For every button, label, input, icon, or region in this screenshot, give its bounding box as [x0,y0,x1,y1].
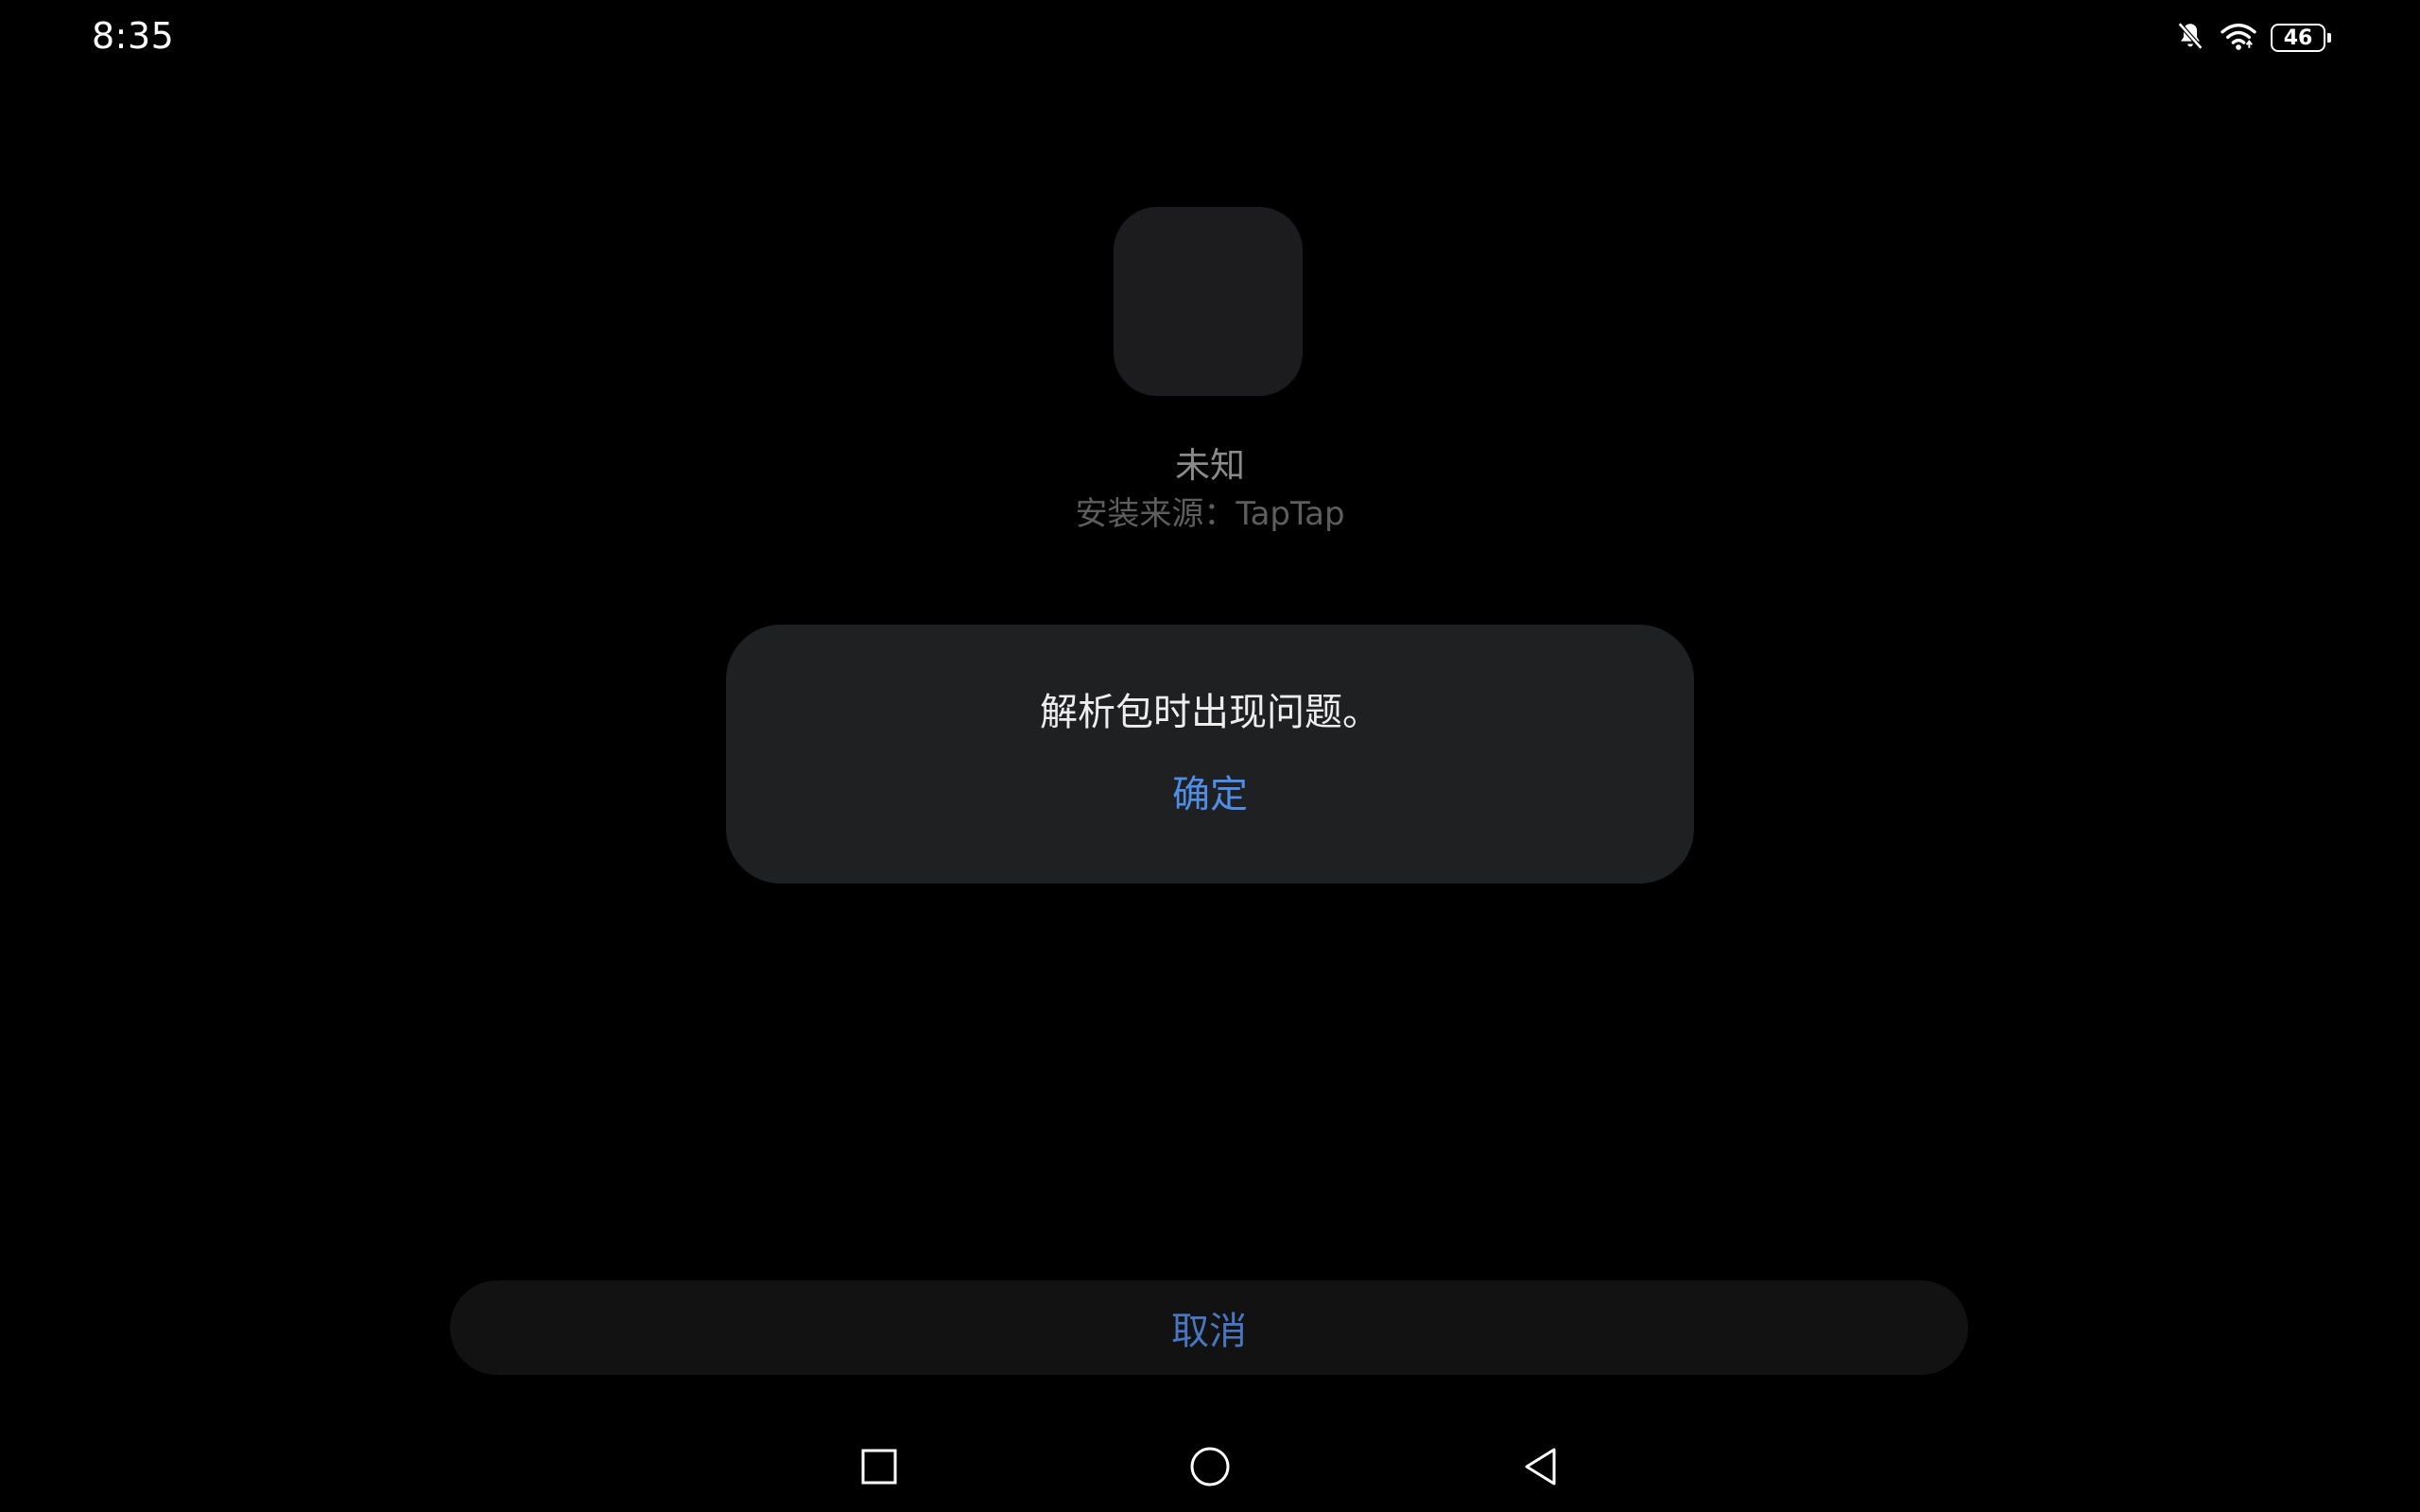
package-installer-screen: 8:35 46 未知 安装来源：TapTap 解析包时出现问题。 确定 取消 [0,0,2420,1512]
wifi-icon [2220,20,2257,56]
cancel-button[interactable]: 取消 [450,1280,1968,1375]
status-icons: 46 [2174,17,2331,59]
confirm-button[interactable]: 确定 [1115,766,1305,823]
back-icon [1522,1446,1560,1491]
status-bar: 8:35 46 [0,0,2420,77]
recent-apps-icon [860,1448,898,1489]
app-placeholder-icon [1114,207,1303,396]
status-time: 8:35 [92,15,175,57]
install-source: 安装来源：TapTap [1075,495,1345,533]
notifications-off-icon [2174,20,2206,56]
back-button[interactable] [1514,1442,1567,1495]
home-button[interactable] [1184,1442,1236,1495]
error-dialog: 解析包时出现问题。 确定 [726,625,1694,884]
app-name: 未知 [1175,445,1245,486]
home-icon [1189,1446,1231,1491]
battery-icon: 46 [2271,24,2331,52]
recent-apps-button[interactable] [853,1442,906,1495]
navigation-bar [0,1427,2420,1512]
cancel-label: 取消 [1171,1310,1247,1353]
battery-level: 46 [2283,26,2313,50]
dialog-message: 解析包时出现问题。 [1040,691,1380,734]
